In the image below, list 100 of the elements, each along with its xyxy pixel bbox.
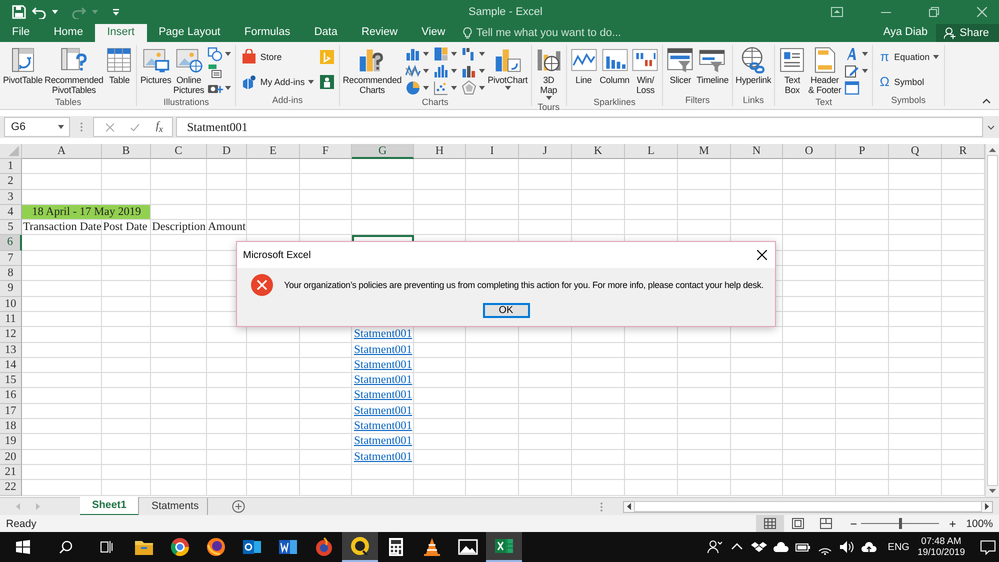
ribbon-button[interactable]: 3D Map bbox=[534, 45, 564, 101]
letter-header[interactable]: H bbox=[414, 144, 466, 159]
row-number[interactable]: 11 bbox=[0, 312, 22, 328]
link[interactable]: Statment001 bbox=[352, 434, 414, 450]
dialog-message: Your organization’s policies are preventing us from completing this action for you. For more info, please contact your help desk. bbox=[284, 280, 764, 290]
ribbon-button[interactable]: PivotTable bbox=[2, 45, 44, 96]
letter-header[interactable]: O bbox=[783, 144, 836, 159]
row-number[interactable]: 20 bbox=[0, 450, 22, 465]
row-number[interactable]: 6 bbox=[0, 235, 22, 251]
clock-time[interactable]: 07:48 AM bbox=[921, 536, 962, 547]
letter-header[interactable]: A bbox=[22, 144, 102, 159]
ribbon-button[interactable]: Line bbox=[568, 45, 599, 96]
letter-header[interactable]: J bbox=[519, 144, 572, 159]
letter-header[interactable]: L bbox=[625, 144, 678, 159]
row-number[interactable]: 19 bbox=[0, 434, 22, 450]
name-box[interactable]: G6 bbox=[4, 117, 70, 137]
language-indicator[interactable]: ENG bbox=[888, 542, 910, 552]
share-button[interactable]: Share bbox=[936, 24, 999, 42]
ribbon-button[interactable]: Online Pictures bbox=[172, 45, 206, 96]
ribbon-tab[interactable]: Review bbox=[349, 24, 410, 42]
formula-field[interactable]: Statment001 bbox=[176, 117, 983, 137]
row-number[interactable]: 14 bbox=[0, 358, 22, 374]
row-number[interactable]: 4 bbox=[0, 204, 22, 220]
ribbon-button[interactable]: Text Box bbox=[777, 45, 808, 96]
row-number[interactable]: 10 bbox=[0, 296, 22, 312]
letter-header[interactable]: G bbox=[352, 144, 414, 159]
ribbon-button[interactable]: Timeline bbox=[695, 45, 730, 94]
link[interactable]: Statment001 bbox=[352, 450, 414, 465]
ribbon-button[interactable]: My Add-ins bbox=[239, 74, 316, 90]
letter-header[interactable]: P bbox=[836, 144, 889, 159]
row-number[interactable]: 15 bbox=[0, 373, 22, 388]
row-number[interactable]: 2 bbox=[0, 174, 22, 190]
group-label: Text bbox=[814, 96, 833, 108]
ribbon-button[interactable]: π Equation bbox=[876, 49, 941, 66]
zoom-out-button[interactable]: − bbox=[850, 516, 858, 530]
row-number[interactable]: 5 bbox=[0, 220, 22, 236]
letter-header[interactable]: Q bbox=[889, 144, 942, 159]
ribbon-button[interactable]: Table bbox=[104, 45, 134, 96]
row-number[interactable]: 12 bbox=[0, 327, 22, 343]
ribbon-tab[interactable]: Data bbox=[302, 24, 350, 42]
link[interactable]: Statment001 bbox=[352, 388, 414, 404]
group-label: Illustrations bbox=[162, 96, 210, 108]
zoom-in-button[interactable]: + bbox=[949, 516, 956, 530]
ribbon-tab[interactable]: File bbox=[0, 24, 42, 42]
table-cell: Description bbox=[151, 220, 207, 236]
ribbon-tab[interactable]: Formulas bbox=[232, 24, 302, 42]
ribbon-tab[interactable]: View bbox=[410, 24, 458, 42]
letter-header[interactable]: B bbox=[102, 144, 151, 159]
ok-button[interactable]: OK bbox=[482, 303, 530, 318]
table-cell: 18 April - 17 May 2019 bbox=[22, 204, 151, 220]
row-number[interactable]: 18 bbox=[0, 419, 22, 434]
link[interactable]: Statment001 bbox=[352, 419, 414, 434]
link[interactable]: Statment001 bbox=[352, 404, 414, 420]
row-number[interactable]: 1 bbox=[0, 159, 22, 174]
row-number[interactable]: 8 bbox=[0, 266, 22, 282]
row-number[interactable]: 22 bbox=[0, 480, 22, 496]
insert-function-button[interactable]: f$_{x}$ bbox=[156, 120, 163, 134]
letter-header[interactable]: D bbox=[207, 144, 247, 159]
zoom-level[interactable]: 100% bbox=[966, 518, 993, 530]
link[interactable]: Statment001 bbox=[352, 358, 414, 374]
ribbon-button[interactable]: Header & Footer bbox=[807, 45, 842, 96]
ribbon-button[interactable]: Column bbox=[598, 45, 630, 96]
tell-me-field[interactable]: Tell me what you want to do... bbox=[463, 24, 662, 42]
group-label: Filters bbox=[684, 94, 711, 106]
ribbon-button[interactable]: Ω Symbol bbox=[876, 74, 941, 90]
ribbon-tab[interactable]: Insert bbox=[95, 24, 147, 42]
ribbon-button[interactable]: Recommended PivotTables bbox=[44, 45, 104, 96]
ribbon-tab[interactable]: Home bbox=[42, 24, 96, 42]
ribbon-button[interactable]: PivotChart bbox=[486, 45, 529, 96]
letter-header[interactable]: I bbox=[466, 144, 519, 159]
letter-header[interactable]: R bbox=[942, 144, 985, 159]
row-number[interactable]: 13 bbox=[0, 342, 22, 358]
ribbon-button[interactable]: Pictures bbox=[139, 45, 172, 96]
group-label: Symbols bbox=[890, 94, 927, 106]
row-number[interactable]: 3 bbox=[0, 190, 22, 205]
letter-header[interactable]: N bbox=[731, 144, 783, 159]
sheet-tab[interactable]: Sheet1 bbox=[80, 497, 140, 516]
letter-header[interactable]: F bbox=[300, 144, 352, 159]
status-text: Ready bbox=[5, 518, 36, 530]
letter-header[interactable]: E bbox=[247, 144, 300, 159]
ribbon-button[interactable]: Recommended Charts bbox=[342, 45, 403, 96]
ribbon-tab[interactable]: Page Layout bbox=[146, 24, 232, 42]
window-title: Sample - Excel bbox=[468, 6, 544, 18]
row-number[interactable]: 16 bbox=[0, 388, 22, 404]
link[interactable]: Statment001 bbox=[352, 342, 414, 358]
row-number[interactable]: 17 bbox=[0, 404, 22, 420]
link[interactable]: Statment001 bbox=[352, 373, 414, 388]
ribbon-button[interactable]: Hyperlink bbox=[734, 45, 772, 94]
ribbon-button[interactable]: Store bbox=[239, 49, 316, 66]
letter-header[interactable]: C bbox=[151, 144, 207, 159]
user-name[interactable]: Aya Diab bbox=[875, 24, 936, 42]
row-number[interactable]: 7 bbox=[0, 250, 22, 266]
letter-header[interactable]: M bbox=[678, 144, 731, 159]
table-cell: Transaction Date bbox=[22, 220, 102, 236]
letter-header[interactable]: K bbox=[572, 144, 625, 159]
clock-date[interactable]: 19/10/2019 bbox=[917, 547, 965, 558]
row-number[interactable]: 9 bbox=[0, 281, 22, 297]
ribbon-button[interactable]: Slicer bbox=[665, 45, 696, 94]
row-number[interactable]: 21 bbox=[0, 464, 22, 480]
ribbon-button[interactable]: Win/ Loss bbox=[630, 45, 660, 96]
